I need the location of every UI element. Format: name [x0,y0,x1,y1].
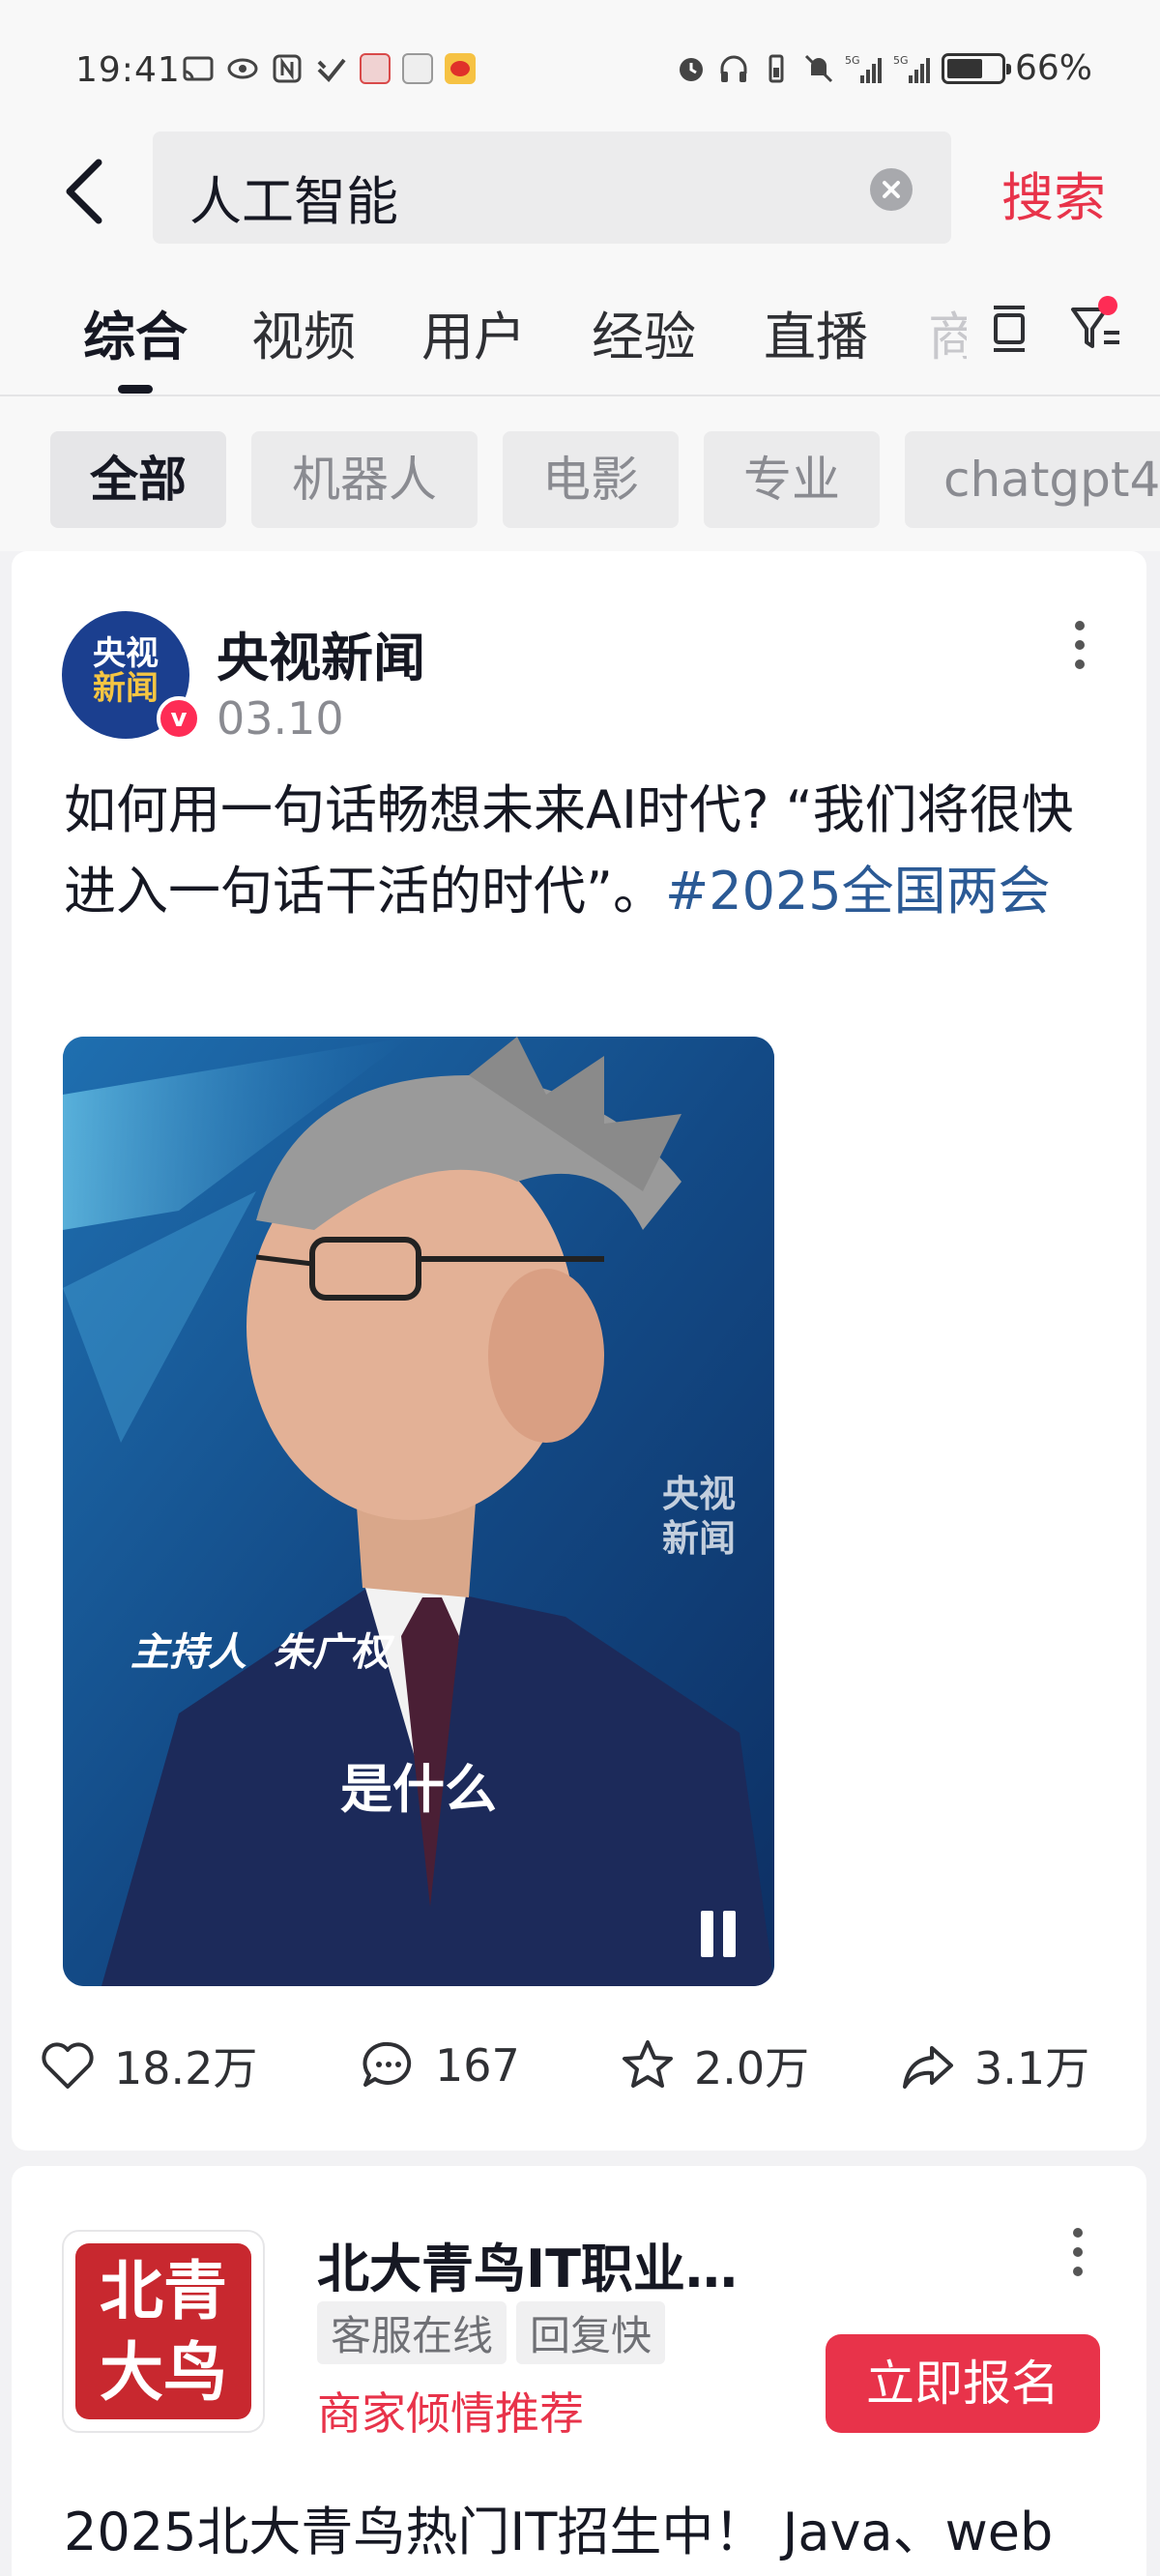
verified-badge-icon: v [157,696,201,741]
author-name[interactable]: 央视新闻 [217,615,425,691]
video-watermark: 央视 新闻 [661,1473,736,1560]
signal-5g-icon: 5G [845,54,882,83]
search-button[interactable]: 搜索 [1001,155,1106,231]
post-hashtag[interactable]: #2025全国两会 [665,861,1051,922]
share-icon [903,2046,953,2089]
comment-icon [362,2041,412,2087]
result-tabs: 综合 视频 用户 经验 直播 商 [0,261,1160,396]
chip-chatgpt4[interactable]: chatgpt4 [905,431,1160,528]
comment-count: 167 [435,2039,520,2092]
ad-tag: 回复快 [516,2301,666,2364]
video-host-caption: 主持人 朱广权 [130,1630,390,1675]
post-text: 如何用一句话畅想未来AI时代? “我们将很快进入一句话干活的时代”。#2025全… [64,770,1117,932]
advertiser-name[interactable]: 北大青鸟IT职业… [317,2226,738,2302]
status-time: 19:41 [75,50,181,90]
comment-button[interactable]: 167 [360,2027,520,2104]
tab-tools [978,296,1133,364]
favorite-button[interactable]: 2.0万 [619,2027,809,2104]
status-bar: 19:41 5G 5G 66% [0,0,1160,135]
avatar-text-line1: 央视 [93,634,159,673]
tab-comprehensive[interactable]: 综合 [83,294,188,370]
favorite-count: 2.0万 [694,2042,810,2094]
back-arrow-icon[interactable] [56,153,114,230]
cast-icon [183,56,214,81]
tab-users[interactable]: 用户 [421,294,526,370]
vpn-icon [317,58,346,82]
ad-tag: 客服在线 [317,2301,508,2364]
svg-text:5G: 5G [845,54,860,67]
tab-video[interactable]: 视频 [251,294,356,370]
post-date: 03.10 [217,692,344,745]
advertiser-logo[interactable]: 北青 大鸟 [62,2230,265,2433]
status-right-icons: 5G 5G 66% [675,48,1092,88]
filter-chips: 全部 机器人 电影 专业 chatgpt4 [0,396,1160,551]
battery-percent: 66% [1014,48,1092,88]
app-notification-icon [402,53,433,84]
advertiser-logo-seal: 北青 大鸟 [75,2243,251,2419]
signal-5g-icon: 5G [893,54,930,83]
chip-all[interactable]: 全部 [50,431,226,528]
pause-icon[interactable] [697,1911,740,1957]
post-card[interactable]: 央视 新闻 v 央视新闻 03.10 如何用一句话畅想未来AI时代? “我们将很… [12,551,1146,2151]
chip-movie[interactable]: 电影 [503,431,679,528]
ad-card[interactable]: 北青 大鸟 北大青鸟IT职业… 客服在线 回复快 商家倾情推荐 立即报名 202… [12,2166,1146,2576]
layout-toggle-icon[interactable] [986,300,1034,358]
app-notification-icon [360,53,391,84]
search-header: 人工智能 搜索 [0,116,1160,261]
ad-description: 2025北大青鸟热门IT招生中！ Java、web [64,2502,1054,2562]
signup-button[interactable]: 立即报名 [826,2334,1100,2433]
alarm-icon [679,57,703,81]
chip-robot[interactable]: 机器人 [251,431,478,528]
status-left-icons [182,52,476,85]
search-query: 人工智能 [189,171,398,232]
star-icon [623,2040,673,2088]
filter-notification-dot [1098,296,1117,315]
ad-recommend-label: 商家倾情推荐 [317,2387,584,2440]
tab-indicator [118,385,153,394]
nfc-icon [273,54,302,83]
tab-live[interactable]: 直播 [764,294,868,370]
heart-icon [42,2042,94,2089]
more-options-icon[interactable] [1065,621,1094,679]
like-button[interactable]: 18.2万 [39,2027,257,2104]
eye-icon [227,58,258,79]
advertiser-tags: 客服在线 回复快 [317,2301,666,2364]
tab-experience[interactable]: 经验 [592,294,696,370]
headphones-icon [720,55,747,82]
svg-text:5G: 5G [893,54,909,67]
like-count: 18.2万 [114,2042,258,2094]
share-button[interactable]: 3.1万 [899,2027,1089,2104]
ad-more-options-icon[interactable] [1063,2228,1092,2286]
video-player[interactable]: 央视 新闻 主持人 朱广权 是什么 [63,1037,774,1986]
clear-search-icon[interactable] [870,168,913,211]
chip-major[interactable]: 专业 [704,431,880,528]
share-count: 3.1万 [974,2042,1090,2094]
tab-overflow[interactable]: 商 [928,294,967,370]
weibo-icon [445,53,476,84]
video-subtitle: 是什么 [340,1759,497,1820]
battery-icon [941,52,1011,84]
post-actions: 18.2万 167 2.0万 3.1万 [12,2027,1146,2104]
battery-fill [946,58,982,78]
search-input[interactable]: 人工智能 [153,132,951,244]
mute-icon [804,54,833,82]
vibrate-icon [768,54,784,82]
